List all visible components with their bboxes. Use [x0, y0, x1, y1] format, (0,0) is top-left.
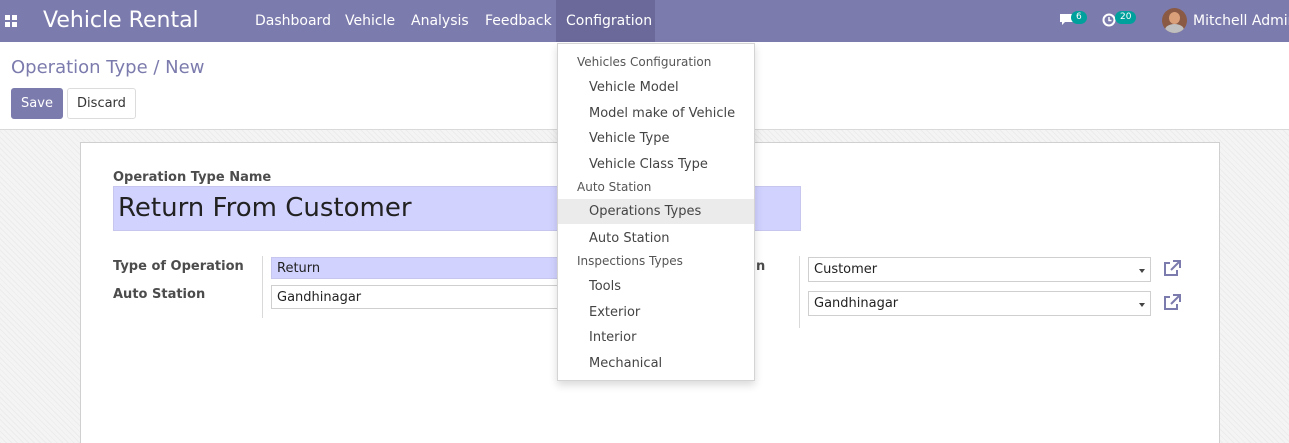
external-link-icon[interactable]: [1162, 259, 1182, 279]
name-label: Operation Type Name: [113, 170, 272, 185]
dropdown-item-vehicle-model[interactable]: Vehicle Model: [558, 75, 754, 100]
station-select-value: Gandhinagar: [814, 296, 899, 311]
user-avatar[interactable]: [1162, 8, 1187, 33]
dropdown-item-exterior[interactable]: Exterior: [558, 300, 754, 325]
auto-station-field[interactable]: Gandhinagar: [271, 285, 561, 309]
type-of-operation-label: Type of Operation: [113, 259, 244, 274]
partner-select[interactable]: Customer: [808, 257, 1151, 282]
user-name[interactable]: Mitchell Admin: [1193, 13, 1289, 29]
dropdown-item-mechanical[interactable]: Mechanical: [558, 351, 754, 376]
chat-count-badge: 6: [1071, 11, 1087, 24]
menu-analysis[interactable]: Analysis: [411, 13, 469, 29]
dropdown-item-model-make[interactable]: Model make of Vehicle: [558, 101, 754, 126]
label-separator: [262, 256, 263, 318]
save-button[interactable]: Save: [11, 88, 63, 119]
dropdown-item-interior[interactable]: Interior: [558, 325, 754, 350]
station-select[interactable]: Gandhinagar: [808, 291, 1151, 316]
apps-grid-icon[interactable]: [5, 15, 17, 27]
caret-down-icon: [1139, 269, 1145, 273]
discard-button[interactable]: Discard: [67, 88, 136, 119]
external-link-icon[interactable]: [1162, 293, 1182, 313]
right-field-label: n: [756, 259, 766, 274]
dropdown-header-vehicles-configuration: Vehicles Configuration: [577, 55, 712, 69]
right-label-separator: [799, 256, 800, 328]
configration-dropdown: Vehicles Configuration Vehicle Model Mod…: [557, 43, 755, 381]
top-navbar: Vehicle Rental Dashboard Vehicle Analysi…: [0, 0, 1289, 42]
auto-station-label: Auto Station: [113, 287, 206, 302]
clock-icon[interactable]: [1102, 13, 1116, 27]
dropdown-header-inspections-types: Inspections Types: [577, 254, 683, 268]
menu-vehicle[interactable]: Vehicle: [345, 13, 395, 29]
caret-down-icon: [1139, 303, 1145, 307]
menu-feedback[interactable]: Feedback: [485, 13, 552, 29]
dropdown-item-vehicle-type[interactable]: Vehicle Type: [558, 126, 754, 151]
type-of-operation-field[interactable]: Return: [271, 257, 561, 279]
menu-dashboard[interactable]: Dashboard: [255, 13, 331, 29]
activity-count-badge: 20: [1115, 11, 1137, 24]
dropdown-item-auto-station[interactable]: Auto Station: [558, 226, 754, 251]
dropdown-item-operations-types[interactable]: Operations Types: [558, 199, 754, 224]
dropdown-item-tools[interactable]: Tools: [558, 274, 754, 299]
partner-select-value: Customer: [814, 262, 878, 277]
breadcrumb[interactable]: Operation Type / New: [11, 57, 204, 78]
dropdown-item-vehicle-class-type[interactable]: Vehicle Class Type: [558, 152, 754, 177]
dropdown-header-auto-station: Auto Station: [577, 180, 652, 194]
app-brand[interactable]: Vehicle Rental: [43, 8, 199, 33]
menu-configration[interactable]: Configration: [566, 13, 652, 29]
